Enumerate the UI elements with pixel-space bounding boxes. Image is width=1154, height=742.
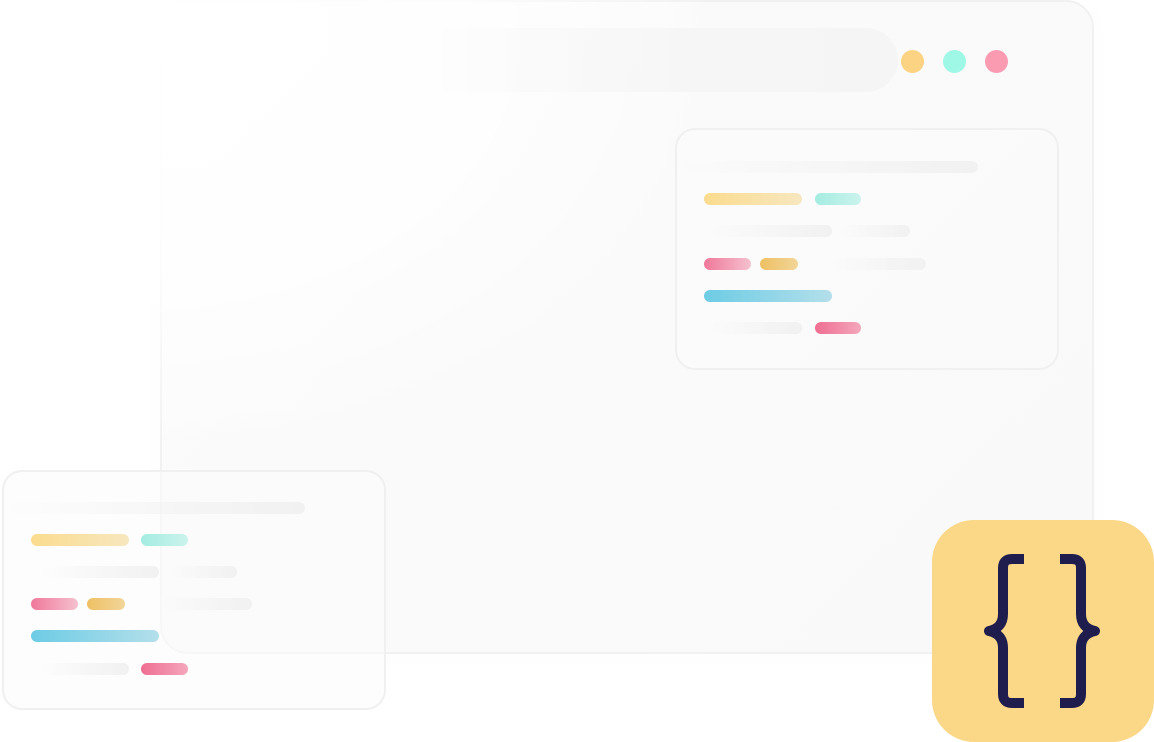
code-token-key: [31, 598, 78, 610]
code-token-string: [141, 534, 188, 546]
code-token-number: [760, 258, 798, 270]
close-dot: [985, 50, 1008, 73]
json-tile: [932, 520, 1154, 742]
code-line-header: [3, 502, 305, 514]
code-line-header: [676, 161, 978, 173]
code-token-value: [815, 322, 861, 334]
code-token-number: [87, 598, 125, 610]
code-token-value: [31, 630, 159, 642]
code-token-key: [704, 258, 751, 270]
code-line-ghost: [39, 663, 129, 675]
zoom-dot: [943, 50, 966, 73]
code-token-value: [141, 663, 188, 675]
curly-braces-icon: [984, 554, 1100, 708]
code-token-string: [815, 193, 861, 205]
code-line-ghost: [712, 225, 832, 237]
code-token-key: [31, 534, 129, 546]
code-line-ghost: [842, 225, 910, 237]
json-illustration: [0, 0, 1154, 742]
code-token-value: [704, 290, 832, 302]
code-token-key: [704, 193, 802, 205]
code-line-ghost: [170, 566, 237, 578]
code-line-ghost: [834, 258, 926, 270]
window-titlebar: [420, 28, 898, 92]
minimize-dot: [901, 50, 924, 73]
code-line-ghost: [712, 322, 802, 334]
code-line-ghost: [160, 598, 252, 610]
code-line-ghost: [39, 566, 159, 578]
